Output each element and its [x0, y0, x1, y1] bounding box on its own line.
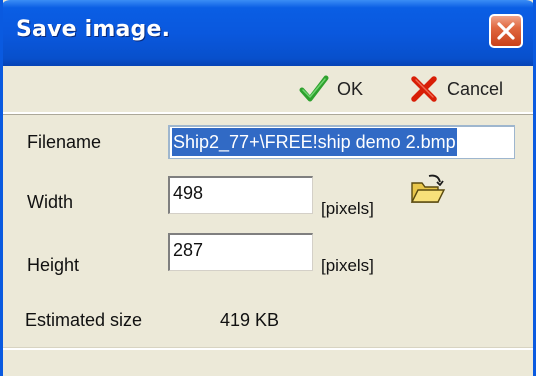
filename-label: Filename	[27, 132, 102, 152]
height-label: Height	[27, 255, 80, 275]
cancel-button[interactable]: Cancel	[409, 73, 503, 105]
ok-label: OK	[337, 78, 364, 99]
close-button[interactable]	[489, 14, 523, 48]
height-unit-label: [pixels]	[321, 256, 374, 275]
height-field[interactable]: 287	[168, 233, 313, 271]
filename-value: Ship2_77+\FREE!ship demo 2.bmp	[172, 128, 457, 156]
open-folder-icon	[410, 174, 446, 203]
close-icon	[497, 22, 515, 40]
browse-folder-button[interactable]	[408, 173, 446, 209]
toolbar: OK Cancel	[3, 66, 533, 114]
divider	[3, 348, 533, 350]
estimated-size-value: 419 KB	[220, 310, 280, 330]
width-unit-label: [pixels]	[321, 199, 374, 218]
checkmark-icon	[299, 75, 329, 102]
width-label: Width	[27, 192, 74, 212]
ok-button[interactable]: OK	[299, 73, 363, 105]
estimated-size-label: Estimated size	[25, 310, 143, 330]
x-icon	[411, 76, 437, 102]
width-field[interactable]: 498	[168, 176, 313, 214]
save-image-dialog: Save image. OK Cancel Filename Ship2_77+…	[0, 0, 536, 376]
filename-field[interactable]: Ship2_77+\FREE!ship demo 2.bmp	[168, 125, 515, 159]
title-bar[interactable]: Save image.	[3, 0, 533, 66]
cancel-label: Cancel	[447, 78, 504, 99]
dialog-title: Save image.	[16, 17, 171, 42]
